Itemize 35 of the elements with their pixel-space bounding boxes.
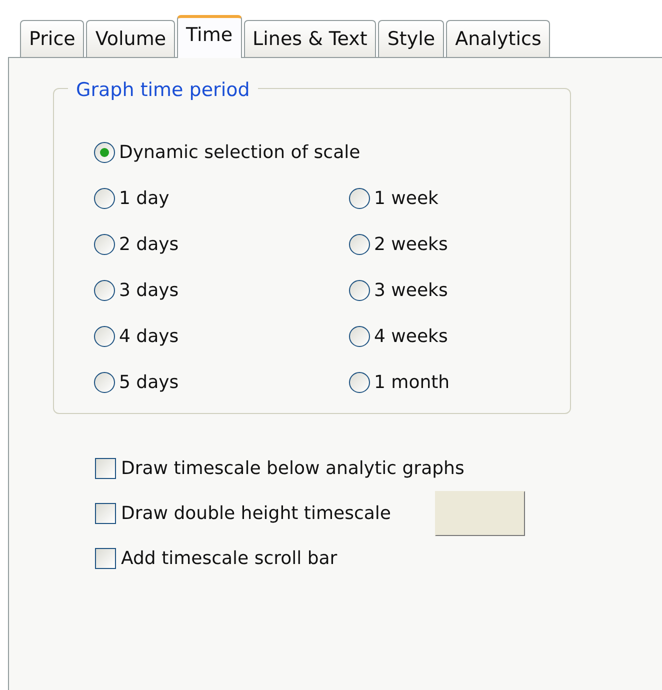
checkbox[interactable]: [95, 458, 116, 479]
radio-label[interactable]: Dynamic selection of scale: [119, 138, 360, 166]
radio-label[interactable]: 4 weeks: [374, 322, 448, 350]
radio-button[interactable]: [94, 372, 115, 392]
radio-label[interactable]: 1 month: [374, 368, 450, 396]
checkbox-label[interactable]: Add timescale scroll bar: [121, 545, 338, 572]
radio-button[interactable]: [94, 280, 115, 300]
checkbox[interactable]: [95, 503, 116, 524]
radio-label[interactable]: 3 days: [119, 276, 179, 304]
radio-button[interactable]: [94, 326, 115, 346]
checkbox-label[interactable]: Draw timescale below analytic graphs: [121, 455, 464, 482]
radio-button[interactable]: [94, 234, 115, 254]
checkbox-label[interactable]: Draw double height timescale: [121, 500, 391, 527]
radio-label[interactable]: 5 days: [119, 368, 179, 396]
radio-label[interactable]: 1 week: [374, 184, 438, 212]
tab[interactable]: Lines & Text: [244, 20, 376, 57]
radio-label[interactable]: 1 day: [119, 184, 170, 212]
radio-label[interactable]: 2 days: [119, 230, 179, 258]
radio-button[interactable]: [349, 188, 370, 208]
radio-button[interactable]: [94, 188, 115, 208]
radio-label[interactable]: 4 days: [119, 322, 179, 350]
radio-label[interactable]: 3 weeks: [374, 276, 448, 304]
tab[interactable]: Style: [378, 20, 444, 57]
blank-button[interactable]: [434, 491, 525, 536]
radio-button[interactable]: [349, 280, 370, 300]
tab[interactable]: Price: [20, 20, 84, 57]
radio-button[interactable]: [349, 372, 370, 392]
radio-label[interactable]: 2 weeks: [374, 230, 448, 258]
tab[interactable]: Time: [177, 15, 242, 58]
radio-button[interactable]: [349, 234, 370, 254]
radio-button[interactable]: [94, 142, 115, 162]
tab[interactable]: Volume: [86, 20, 176, 57]
radio-button[interactable]: [349, 326, 370, 346]
checkbox[interactable]: [95, 548, 116, 569]
tab[interactable]: Analytics: [446, 20, 550, 57]
